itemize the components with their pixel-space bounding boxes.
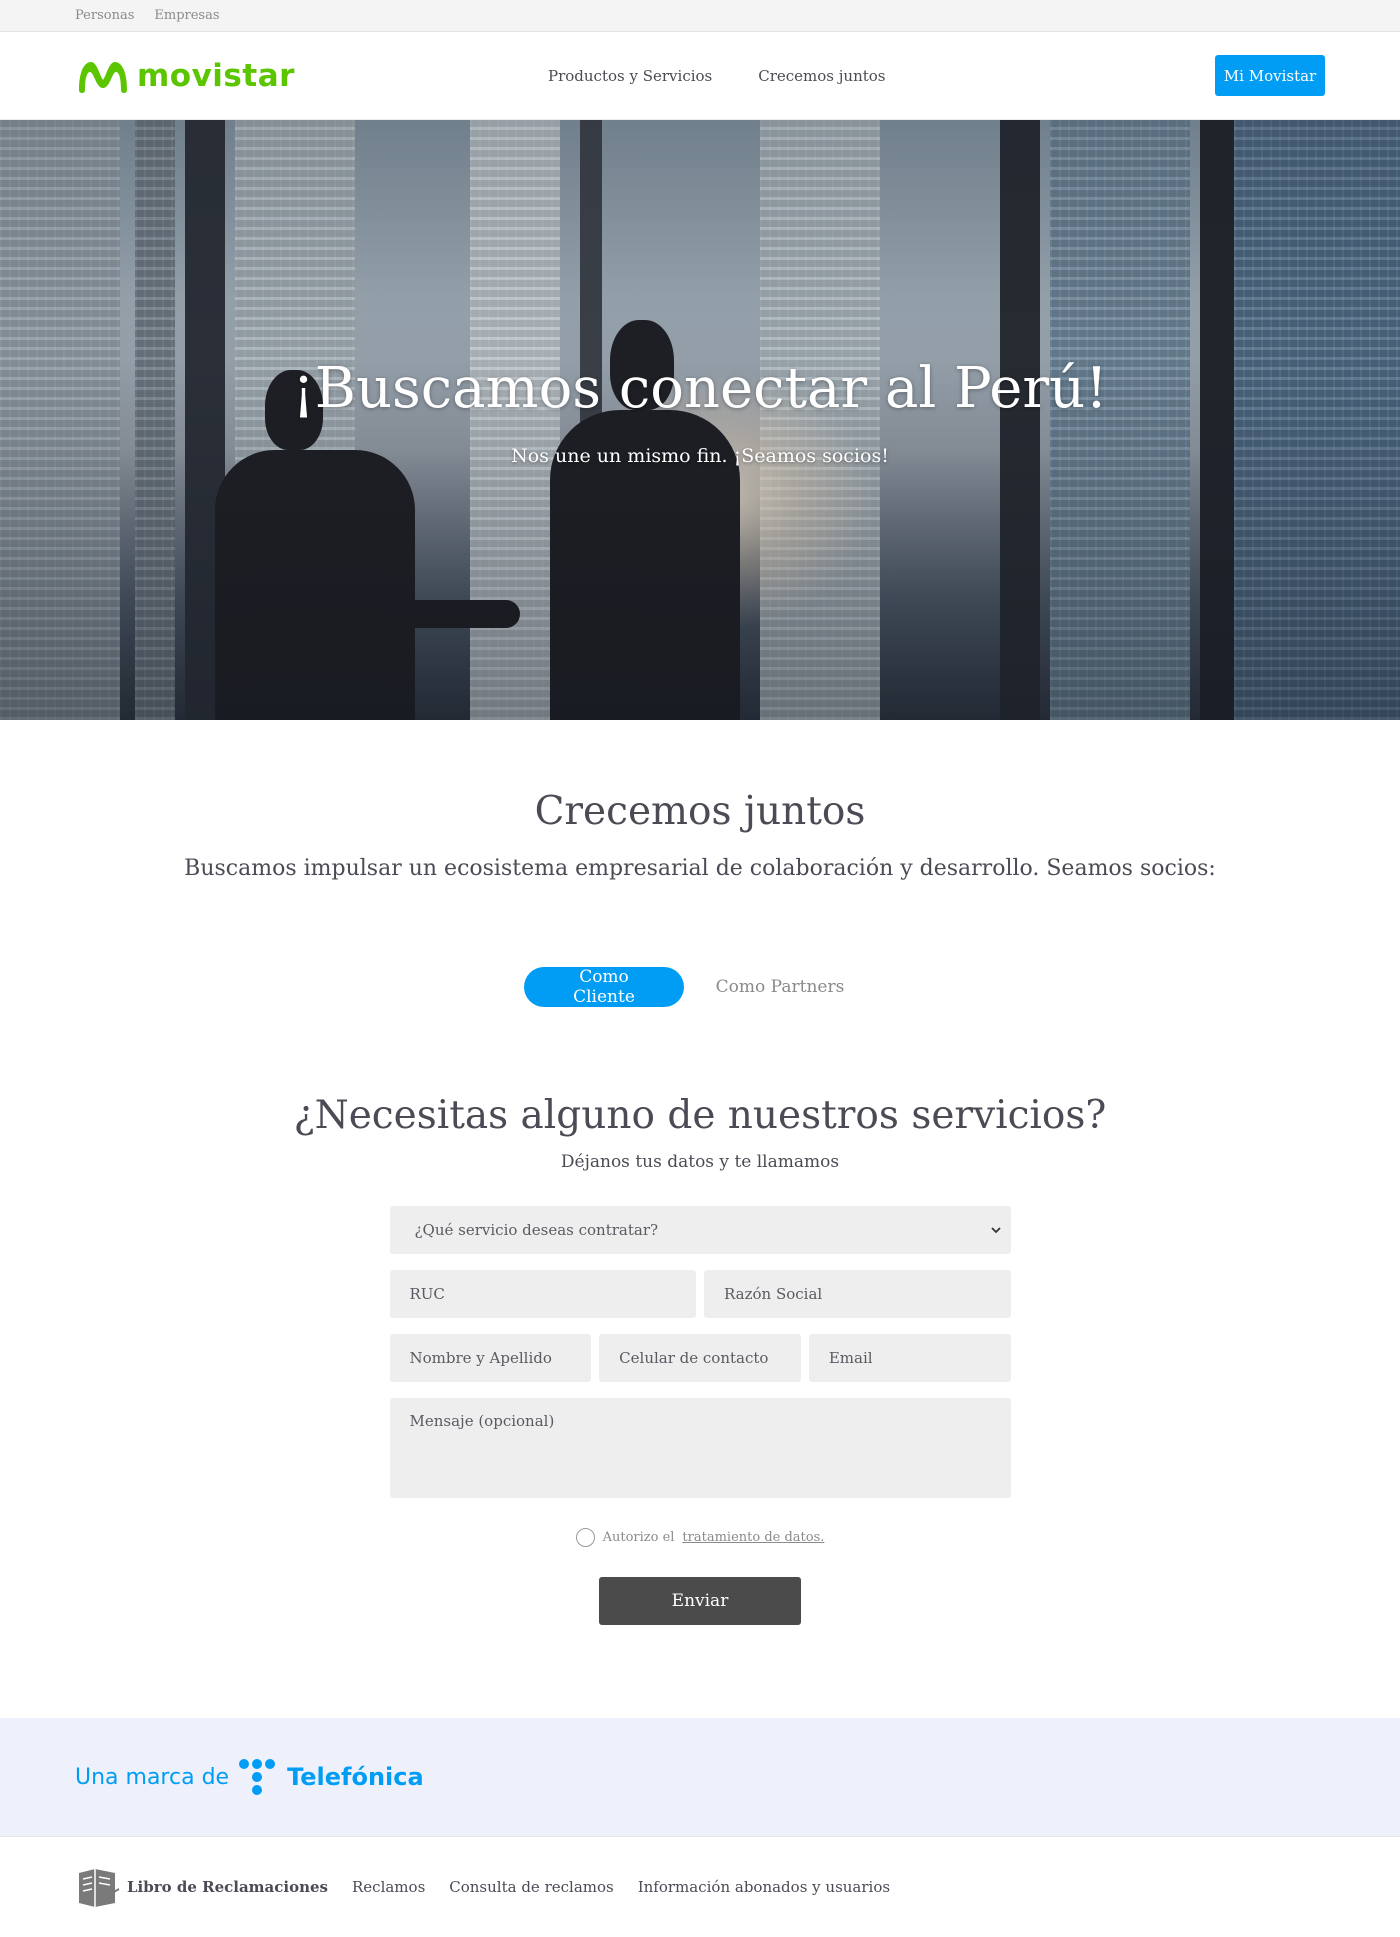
celular-field[interactable]: Celular de contacto: [599, 1334, 801, 1382]
section-title: Crecemos juntos: [534, 789, 866, 834]
service-select-placeholder: ¿Qué servicio deseas contratar?: [414, 1221, 659, 1239]
movistar-m-icon: [79, 61, 127, 93]
mi-movistar-button[interactable]: Mi Movistar: [1215, 55, 1325, 96]
nav-crecemos-juntos[interactable]: Crecemos juntos: [758, 67, 885, 85]
main-nav: Productos y Servicios Crecemos juntos: [548, 32, 886, 120]
telefonica-wordmark: Telefónica: [287, 1763, 424, 1791]
consent-text: Autorizo el: [602, 1530, 675, 1545]
form-title: ¿Necesitas alguno de nuestros servicios?: [293, 1093, 1107, 1138]
brand-prefix: Una marca de: [75, 1764, 230, 1790]
service-select[interactable]: ¿Qué servicio deseas contratar?: [389, 1206, 1011, 1254]
consent-row: Autorizo el tratamiento de datos.: [390, 1528, 1011, 1547]
footer-link-consulta-reclamos[interactable]: Consulta de reclamos: [449, 1878, 613, 1896]
form-row-contact: Nombre y Apellido Celular de contacto Em…: [389, 1334, 1011, 1382]
chevron-down-icon: [990, 1227, 1001, 1234]
nav-productos-servicios[interactable]: Productos y Servicios: [548, 67, 712, 85]
hero-subtitle: Nos une un mismo fin. ¡Seamos socios!: [511, 445, 889, 467]
email-field[interactable]: Email: [808, 1334, 1011, 1382]
brand-wordmark: movistar: [137, 57, 295, 94]
consent-radio[interactable]: [575, 1528, 595, 1547]
form-row-company: RUC Razón Social: [389, 1270, 1011, 1318]
libro-reclamaciones-link[interactable]: Libro de Reclamaciones: [75, 1867, 328, 1907]
tab-como-partners[interactable]: Como Partners: [684, 967, 876, 1007]
enviar-button[interactable]: Enviar: [599, 1577, 801, 1625]
movistar-logo[interactable]: movistar: [75, 56, 295, 96]
book-icon: [79, 1869, 120, 1907]
footer-link-informacion-abonados[interactable]: Información abonados y usuarios: [638, 1878, 890, 1896]
ruc-field[interactable]: RUC: [389, 1270, 696, 1318]
razon-social-field[interactable]: Razón Social: [704, 1270, 1011, 1318]
telefonica-brand-band: Una marca de Telefónica: [0, 1718, 1400, 1836]
site-footer: Libro de Reclamaciones Reclamos Consulta…: [0, 1836, 1400, 1937]
audience-tabs: Como Cliente Como Partners: [0, 967, 1400, 1007]
nombre-apellido-field[interactable]: Nombre y Apellido: [389, 1334, 592, 1382]
segment-empresas-link[interactable]: Empresas: [154, 8, 219, 23]
mensaje-textarea[interactable]: Mensaje (opcional): [389, 1398, 1011, 1498]
section-description: Buscamos impulsar un ecosistema empresar…: [184, 856, 1216, 881]
hero-banner: ¡Buscamos conectar al Perú! Nos une un m…: [0, 120, 1400, 720]
segment-personas-link[interactable]: Personas: [75, 8, 134, 23]
main-header: movistar Productos y Servicios Crecemos …: [0, 32, 1400, 120]
contact-form: ¿Qué servicio deseas contratar? RUC Razó…: [389, 1206, 1011, 1625]
tab-como-cliente[interactable]: Como Cliente: [524, 967, 684, 1007]
libro-reclamaciones-label: Libro de Reclamaciones: [127, 1878, 328, 1896]
crecemos-section: Crecemos juntos Buscamos impulsar un eco…: [0, 789, 1400, 1625]
footer-link-reclamos[interactable]: Reclamos: [352, 1878, 425, 1896]
segment-bar: Personas Empresas: [0, 0, 1400, 32]
hero-title: ¡Buscamos conectar al Perú!: [292, 356, 1108, 421]
data-treatment-link[interactable]: tratamiento de datos.: [682, 1530, 824, 1545]
form-subtitle: Déjanos tus datos y te llamamos: [560, 1152, 840, 1172]
telefonica-t-icon: [239, 1757, 279, 1797]
